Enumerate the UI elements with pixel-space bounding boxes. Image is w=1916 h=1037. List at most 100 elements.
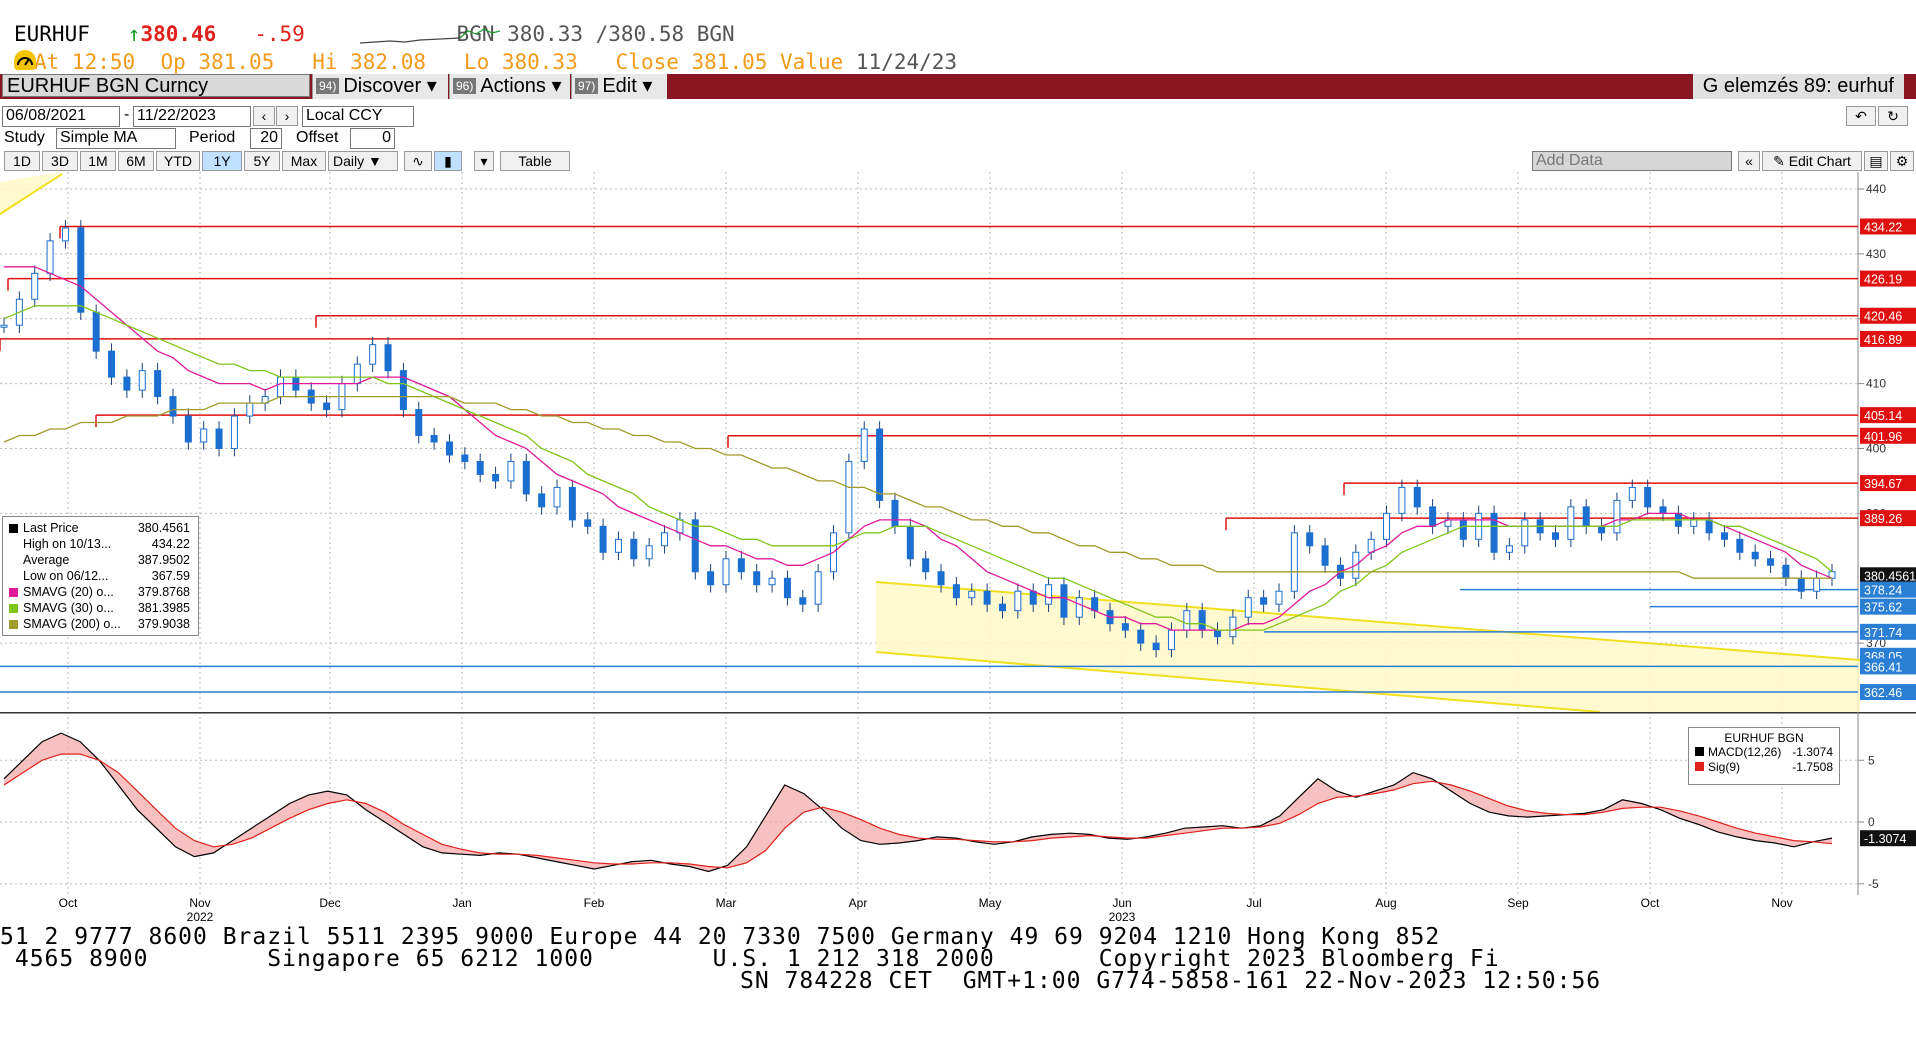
price-candle [430, 435, 438, 443]
price-candle [645, 545, 653, 560]
price-label: 378.24 [1864, 584, 1902, 598]
discover-menu[interactable]: 94) Discover ▾ [312, 74, 448, 99]
chart-icon-button[interactable]: ▤ [1864, 151, 1888, 171]
speedometer-icon[interactable] [14, 50, 36, 70]
price-candle [215, 428, 223, 449]
legend-label: SMAVG (200) o... [23, 617, 121, 631]
range-1m-button[interactable]: 1M [80, 151, 116, 171]
price-candle [31, 272, 39, 300]
value-date: 11/24/23 [855, 50, 958, 74]
quote-line-2: At 12:50 Op 381.05 Hi 382.08 Lo 380.33 C… [14, 50, 957, 74]
legend-row: High on 10/13... 434.22 [9, 537, 192, 552]
macd-legend-swatch [1695, 762, 1704, 771]
price-candle [1551, 532, 1559, 540]
chart-type-dropdown[interactable]: ▾ [474, 151, 494, 171]
prev-period-button[interactable]: ‹ [253, 106, 275, 126]
price-candle [353, 363, 361, 385]
y-tick-label: 430 [1866, 247, 1886, 261]
high-price: Hi 382.08 [312, 50, 426, 74]
open-price: Op 381.05 [160, 50, 275, 74]
price-candle [1659, 506, 1667, 514]
price-candle [814, 571, 822, 605]
price-candle [1137, 629, 1145, 644]
refresh-button[interactable]: ↻ [1878, 106, 1908, 126]
legend-row: SMAVG (200) o... 379.9038 [9, 617, 192, 632]
price-label: 371.74 [1864, 626, 1902, 640]
price-candle [1383, 512, 1391, 540]
x-tick-label: May [978, 896, 1002, 910]
study-label: Study [4, 129, 45, 146]
legend-swatch [9, 556, 18, 565]
price-candle [1720, 532, 1728, 540]
price-candle [1751, 551, 1759, 560]
legend-row: SMAVG (30) o... 381.3985 [9, 601, 192, 616]
price-candle [891, 499, 899, 527]
legend-swatch [9, 604, 18, 613]
frequency-select[interactable]: Daily ▼ [328, 151, 398, 171]
last-price: 380.46 [140, 22, 217, 46]
x-tick-label: Nov [1771, 896, 1793, 910]
security-field[interactable]: EURHUF BGN Curncy [2, 74, 310, 97]
end-date-field[interactable]: 11/22/2023 [133, 106, 251, 127]
period-input[interactable]: 20 [250, 128, 282, 149]
footer-session-line: SN 784228 CET GMT+1:00 G774-5858-161 22-… [740, 968, 1602, 994]
range-6m-button[interactable]: 6M [118, 151, 154, 171]
range-ytd-button[interactable]: YTD [156, 151, 200, 171]
x-year-label: 2022 [186, 910, 214, 924]
price-candle [277, 376, 285, 398]
range-1y-button[interactable]: 1Y [202, 151, 242, 171]
edit-number: 97) [575, 78, 599, 94]
price-candle [200, 428, 208, 443]
macd-legend: EURHUF BGN MACD(12,26) -1.3074 Sig(9) -1.750… [1688, 727, 1840, 785]
price-label: 434.22 [1864, 220, 1902, 234]
price-candle [1767, 558, 1775, 566]
line-chart-button[interactable]: ∿ [404, 151, 432, 171]
macd-legend-title: EURHUF BGN [1724, 731, 1804, 745]
legend-label: Last Price [23, 521, 79, 535]
range-5y-button[interactable]: 5Y [244, 151, 280, 171]
price-candle [1505, 545, 1513, 553]
x-year-label: 2023 [1108, 910, 1136, 924]
legend-value: 434.22 [151, 537, 190, 551]
price-candle [169, 396, 177, 417]
price-candle [323, 402, 331, 411]
price-candle [461, 454, 469, 462]
range-max-button[interactable]: Max [282, 151, 326, 171]
start-date-field[interactable]: 06/08/2021 [2, 106, 120, 127]
currency-select[interactable]: Local CCY [302, 106, 414, 127]
gear-icon[interactable]: ⚙ [1890, 151, 1914, 171]
add-data-field[interactable]: Add Data [1532, 151, 1732, 171]
macd-current-label: -1.3074 [1864, 832, 1906, 846]
edit-chart-button[interactable]: ✎ Edit Chart [1762, 151, 1862, 171]
candle-chart-button[interactable]: ▮ [434, 151, 462, 171]
price-chart[interactable]: 440430420410400390370434.22426.19420.464… [0, 172, 1916, 712]
actions-menu[interactable]: 96) Actions ▾ [449, 74, 570, 99]
price-candle [1813, 577, 1821, 592]
legend-row: SMAVG (20) o... 379.8768 [9, 585, 192, 600]
price-candle [1413, 486, 1421, 508]
price-label: 420.46 [1864, 310, 1902, 324]
collapse-button[interactable]: « [1738, 151, 1760, 171]
legend-label: SMAVG (20) o... [23, 585, 114, 599]
price-candle [1091, 597, 1099, 612]
low-price: Lo 380.33 [463, 50, 578, 74]
macd-legend-label: MACD(12,26) [1708, 745, 1782, 759]
study-select[interactable]: Simple MA [56, 128, 176, 149]
price-candle [492, 473, 500, 482]
range-1d-button[interactable]: 1D [4, 151, 40, 171]
x-tick-label: Oct [1640, 896, 1660, 910]
price-candle [154, 370, 162, 398]
reset-button[interactable]: ↶ [1846, 106, 1876, 126]
next-period-button[interactable]: › [276, 106, 298, 126]
range-3d-button[interactable]: 3D [42, 151, 78, 171]
price-candle [1644, 486, 1652, 508]
offset-input[interactable]: 0 [350, 128, 395, 149]
table-button[interactable]: Table [500, 151, 570, 171]
price-candle [707, 571, 715, 586]
price-candle [445, 441, 453, 456]
price-candle [1121, 623, 1129, 631]
price-candle [1567, 506, 1575, 540]
sma-line [4, 266, 1833, 631]
edit-menu[interactable]: 97) Edit ▾ [571, 74, 667, 99]
macd-chart[interactable]: 5 0 -5 -1.3074 [0, 712, 1916, 895]
